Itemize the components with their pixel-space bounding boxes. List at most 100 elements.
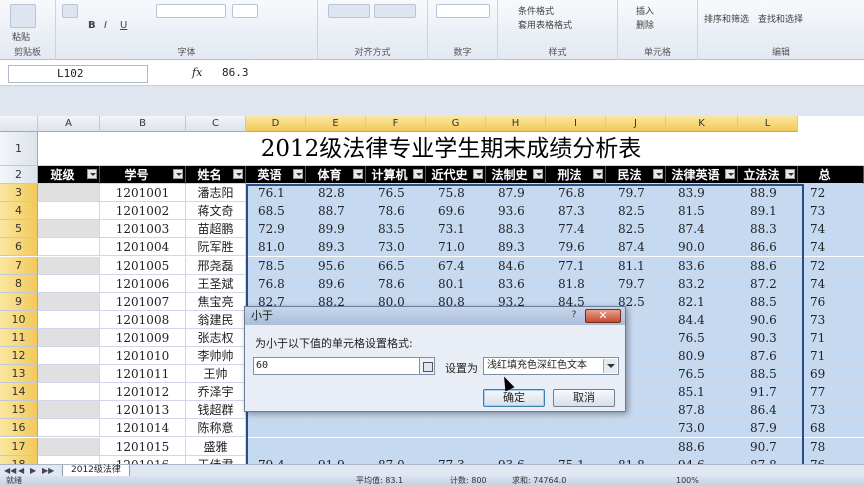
font-size-dropdown[interactable] [232,4,258,18]
table-cell[interactable]: 钱超群 [186,401,246,420]
header-cell[interactable]: 法律英语 [666,166,738,185]
table-cell[interactable]: 1201013 [100,401,186,420]
table-cell[interactable]: 80.1 [426,274,486,293]
table-cell[interactable]: 86.6 [738,238,798,257]
table-cell[interactable]: 1201005 [100,256,186,275]
table-cell[interactable]: 87.2 [738,274,798,293]
sort-filter-button[interactable]: 排序和筛选 [704,12,749,25]
row-header[interactable]: 1 [0,132,38,166]
table-cell[interactable]: 77 [798,383,864,402]
table-cell[interactable]: 88.5 [738,365,798,384]
row-header[interactable]: 15 [0,401,38,420]
table-cell[interactable]: 68 [798,419,864,438]
column-header[interactable]: A [38,116,100,132]
header-cell[interactable]: 刑法 [546,166,606,185]
table-cell[interactable]: 67.4 [426,256,486,275]
format-style-select[interactable]: 浅红填充色深红色文本 [483,357,619,375]
table-cell[interactable]: 93.6 [486,202,546,221]
table-cell[interactable]: 潘志阳 [186,184,246,203]
format-painter-icon[interactable] [62,4,78,18]
table-cell[interactable]: 83.9 [666,184,738,203]
table-cell[interactable]: 76.5 [366,184,426,203]
paste-button[interactable] [10,4,36,28]
table-cell[interactable]: 88.5 [738,292,798,311]
table-cell[interactable]: 91.7 [738,383,798,402]
first-sheet-icon[interactable]: ◀◀ [4,466,16,475]
next-sheet-icon[interactable]: ▶ [30,466,38,475]
insert-button[interactable]: 插入 [636,4,654,17]
sheet-title-cell[interactable]: 2012级法律专业学生期末成绩分析表 [38,132,864,166]
table-cell[interactable]: 王帅 [186,365,246,384]
table-cell[interactable]: 76.8 [546,184,606,203]
table-cell[interactable]: 73.0 [666,419,738,438]
table-cell[interactable] [38,256,100,275]
table-cell[interactable]: 88.7 [306,202,366,221]
table-cell[interactable] [246,437,306,456]
filter-dropdown-icon[interactable] [87,169,97,179]
formula-input[interactable]: 86.3 [222,66,249,79]
header-cell[interactable]: 姓名 [186,166,246,185]
table-cell[interactable]: 73 [798,401,864,420]
table-cell[interactable]: 90.6 [738,310,798,329]
table-cell[interactable]: 88.3 [738,220,798,239]
table-cell[interactable]: 王圣斌 [186,274,246,293]
table-cell[interactable] [38,328,100,347]
table-cell[interactable]: 80.9 [666,347,738,366]
table-cell[interactable]: 1201014 [100,419,186,438]
table-cell[interactable]: 81.1 [606,256,666,275]
table-cell[interactable]: 76.8 [246,274,306,293]
header-cell[interactable]: 总 [798,166,864,185]
wrap-text-button[interactable] [374,4,416,18]
table-cell[interactable] [38,292,100,311]
table-cell[interactable]: 75.1 [546,455,606,464]
row-header[interactable]: 2 [0,166,38,185]
table-cell[interactable]: 90.3 [738,328,798,347]
table-cell[interactable]: 73 [798,202,864,221]
column-header[interactable]: C [186,116,246,132]
table-cell[interactable]: 邢尧磊 [186,256,246,275]
table-cell[interactable] [38,184,100,203]
threshold-input[interactable]: 60 [253,357,421,375]
table-cell[interactable] [486,437,546,456]
filter-dropdown-icon[interactable] [173,169,183,179]
table-cell[interactable]: 76.5 [666,328,738,347]
table-cell[interactable]: 87.8 [666,401,738,420]
ok-button[interactable]: 确定 [483,389,545,407]
table-cell[interactable]: 87.3 [546,202,606,221]
table-cell[interactable] [546,419,606,438]
table-cell[interactable] [38,220,100,239]
select-all-corner[interactable] [0,116,38,132]
column-header[interactable]: L [738,116,798,132]
table-cell[interactable]: 81.0 [246,238,306,257]
table-cell[interactable]: 1201015 [100,437,186,456]
header-cell[interactable]: 学号 [100,166,186,185]
filter-dropdown-icon[interactable] [725,169,735,179]
table-cell[interactable]: 72 [798,256,864,275]
find-select-button[interactable]: 查找和选择 [758,12,803,25]
fx-icon[interactable]: fx [192,66,202,79]
column-header[interactable]: F [366,116,426,132]
table-cell[interactable]: 84.4 [666,310,738,329]
table-cell[interactable] [606,419,666,438]
table-cell[interactable]: 71 [798,328,864,347]
column-header[interactable]: D [246,116,306,132]
filter-dropdown-icon[interactable] [785,169,795,179]
column-header[interactable]: K [666,116,738,132]
table-cell[interactable]: 88.3 [486,220,546,239]
italic-button[interactable]: I [104,20,107,31]
prev-sheet-icon[interactable]: ◀ [18,466,26,475]
filter-dropdown-icon[interactable] [473,169,483,179]
table-cell[interactable]: 1201009 [100,328,186,347]
table-cell[interactable]: 1201004 [100,238,186,257]
row-header[interactable]: 14 [0,383,38,402]
table-cell[interactable]: 焦宝亮 [186,292,246,311]
table-cell[interactable] [306,437,366,456]
table-cell[interactable]: 95.6 [306,256,366,275]
table-cell[interactable]: 81.5 [666,202,738,221]
row-header[interactable]: 9 [0,292,38,311]
table-cell[interactable]: 81.8 [606,455,666,464]
table-format-button[interactable]: 套用表格格式 [518,18,572,31]
table-cell[interactable]: 82.5 [606,220,666,239]
row-header[interactable]: 16 [0,419,38,438]
header-cell[interactable]: 立法法 [738,166,798,185]
